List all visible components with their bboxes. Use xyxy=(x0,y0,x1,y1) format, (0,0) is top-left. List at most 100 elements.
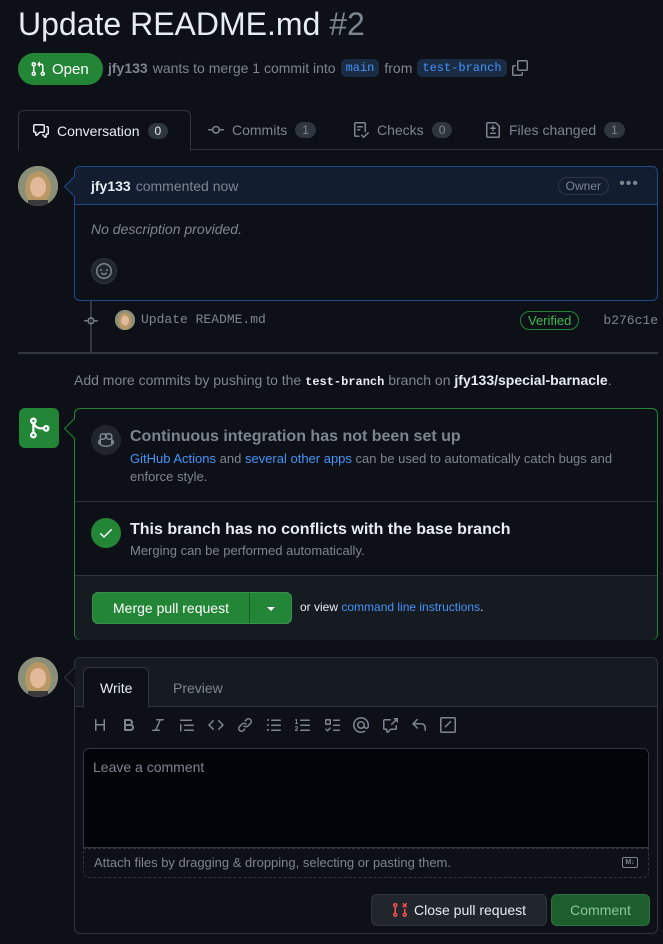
merge-options-dropdown[interactable] xyxy=(250,593,291,623)
comment-composer: Write Preview Leave a comment Attach fil… xyxy=(74,657,658,934)
ordered-list-icon[interactable] xyxy=(294,716,312,734)
ci-and-text: and xyxy=(219,451,242,466)
commit-message[interactable]: Update README.md xyxy=(141,312,266,327)
mention-icon[interactable] xyxy=(352,716,370,734)
pr-title: Update README.md #2 xyxy=(18,6,365,43)
comment-author[interactable]: jfy133 xyxy=(91,178,131,194)
ci-section: Continuous integration has not been set … xyxy=(75,409,657,502)
tab-checks[interactable]: Checks 0 xyxy=(339,110,466,150)
file-attach-bar[interactable]: Attach files by dragging & dropping, sel… xyxy=(83,848,649,878)
reply-icon[interactable] xyxy=(410,716,428,734)
push-note-prefix: Add more commits by pushing to the xyxy=(74,372,302,388)
ci-title: Continuous integration has not been set … xyxy=(130,428,461,445)
tab-preview[interactable]: Preview xyxy=(157,667,239,708)
checklist-icon xyxy=(354,122,369,138)
tab-files-changed-label: Files changed xyxy=(509,122,597,138)
pr-meta-text: wants to merge 1 commit into xyxy=(152,60,336,76)
merge-status-icon xyxy=(19,408,59,448)
no-conflicts-subtitle: Merging can be performed automatically. xyxy=(130,543,365,558)
comment-textarea[interactable]: Leave a comment xyxy=(83,748,649,848)
tab-conversation-label: Conversation xyxy=(57,122,140,139)
merge-alternative: or view command line instructions. xyxy=(300,600,483,614)
unordered-list-icon[interactable] xyxy=(265,716,283,734)
comment-discussion-icon xyxy=(33,123,49,138)
pr-from-text: from xyxy=(384,60,413,76)
close-pull-request-label: Close pull request xyxy=(413,902,527,918)
task-list-icon[interactable] xyxy=(323,716,341,734)
verified-badge[interactable]: Verified xyxy=(520,311,580,330)
merge-pull-request-button[interactable]: Merge pull request xyxy=(93,593,250,623)
avatar[interactable] xyxy=(18,166,58,206)
pr-tabs: Conversation 0 Commits 1 Checks 0 Files … xyxy=(18,110,663,151)
heading-icon[interactable] xyxy=(91,716,109,734)
git-merge-icon xyxy=(30,417,50,439)
merge-alt-prefix: or view xyxy=(300,600,339,614)
comment-body: No description provided. xyxy=(91,221,242,237)
tab-commits-count: 1 xyxy=(295,122,316,138)
github-actions-link[interactable]: GitHub Actions xyxy=(130,451,216,466)
repo-link[interactable]: jfy133/special-barnacle xyxy=(454,372,607,388)
cross-reference-icon[interactable] xyxy=(381,716,399,734)
merge-actions: Merge pull request or view command line … xyxy=(75,576,657,640)
avatar-image xyxy=(18,657,58,697)
git-commit-icon xyxy=(84,317,98,325)
kebab-menu-icon[interactable]: ••• xyxy=(619,175,639,193)
commit-avatar[interactable] xyxy=(115,310,135,330)
copy-icon[interactable] xyxy=(511,60,528,76)
check-icon xyxy=(91,518,121,548)
pull-request-icon xyxy=(31,61,46,77)
avatar[interactable] xyxy=(18,657,58,697)
add-reaction-button[interactable] xyxy=(91,258,117,284)
tab-checks-count: 0 xyxy=(431,122,453,138)
git-pull-request-closed-icon xyxy=(392,902,407,918)
push-note-middle: branch on xyxy=(388,372,451,388)
merge-box: Continuous integration has not been set … xyxy=(74,408,658,640)
tab-conversation-count: 0 xyxy=(147,122,169,139)
copilot-icon xyxy=(98,432,114,448)
push-note-branch: test-branch xyxy=(305,375,385,389)
tab-files-changed[interactable]: Files changed 1 xyxy=(471,110,639,150)
bold-icon[interactable] xyxy=(120,716,138,734)
pr-state-badge: Open xyxy=(18,53,103,85)
file-diff-icon xyxy=(486,122,500,138)
tab-write[interactable]: Write xyxy=(83,667,150,708)
push-note: Add more commits by pushing to the test-… xyxy=(74,372,612,389)
tab-files-changed-count: 1 xyxy=(604,122,625,138)
avatar-image xyxy=(115,310,135,330)
markdown-icon[interactable]: M↓ xyxy=(622,857,638,868)
quote-icon[interactable] xyxy=(178,716,196,734)
avatar-image xyxy=(18,166,58,206)
comment-button[interactable]: Comment xyxy=(551,894,650,926)
pr-state-label: Open xyxy=(52,60,89,78)
base-branch-tag[interactable]: main xyxy=(340,59,380,77)
other-apps-link[interactable]: several other apps xyxy=(245,451,352,466)
pr-number: #2 xyxy=(329,6,365,42)
comment-action: commented now xyxy=(135,177,239,194)
pr-author-link[interactable]: jfy133 xyxy=(108,60,148,76)
pr-description-comment: jfy133 commented now Owner ••• No descri… xyxy=(74,166,658,301)
commit-row: Update README.md Verified b276c1e xyxy=(84,310,658,330)
head-branch-tag[interactable]: test-branch xyxy=(417,59,507,77)
attach-files-text: Attach files by dragging & dropping, sel… xyxy=(94,855,451,870)
merge-pull-request-button-group: Merge pull request xyxy=(92,592,292,624)
owner-badge: Owner xyxy=(557,177,609,195)
tab-checks-label: Checks xyxy=(377,122,424,138)
no-conflicts-section: This branch has no conflicts with the ba… xyxy=(75,502,657,576)
slash-command-icon[interactable] xyxy=(439,716,457,734)
pr-title-text: Update README.md xyxy=(18,6,321,42)
close-pull-request-button[interactable]: Close pull request xyxy=(371,894,547,926)
tab-conversation[interactable]: Conversation 0 xyxy=(18,110,191,151)
push-note-suffix: . xyxy=(607,372,612,388)
code-icon[interactable] xyxy=(207,716,225,734)
tab-commits[interactable]: Commits 1 xyxy=(194,110,330,150)
triangle-down-icon xyxy=(266,607,275,611)
git-commit-icon xyxy=(208,125,224,134)
italic-icon[interactable] xyxy=(149,716,167,734)
commit-sha[interactable]: b276c1e xyxy=(603,313,658,328)
pr-meta-line: jfy133 wants to merge 1 commit into main… xyxy=(108,59,528,77)
link-icon[interactable] xyxy=(236,716,254,734)
timeline-divider xyxy=(18,352,658,354)
checkmark-icon xyxy=(100,529,112,538)
command-line-instructions-link[interactable]: command line instructions xyxy=(341,600,480,614)
markdown-toolbar xyxy=(91,716,457,734)
